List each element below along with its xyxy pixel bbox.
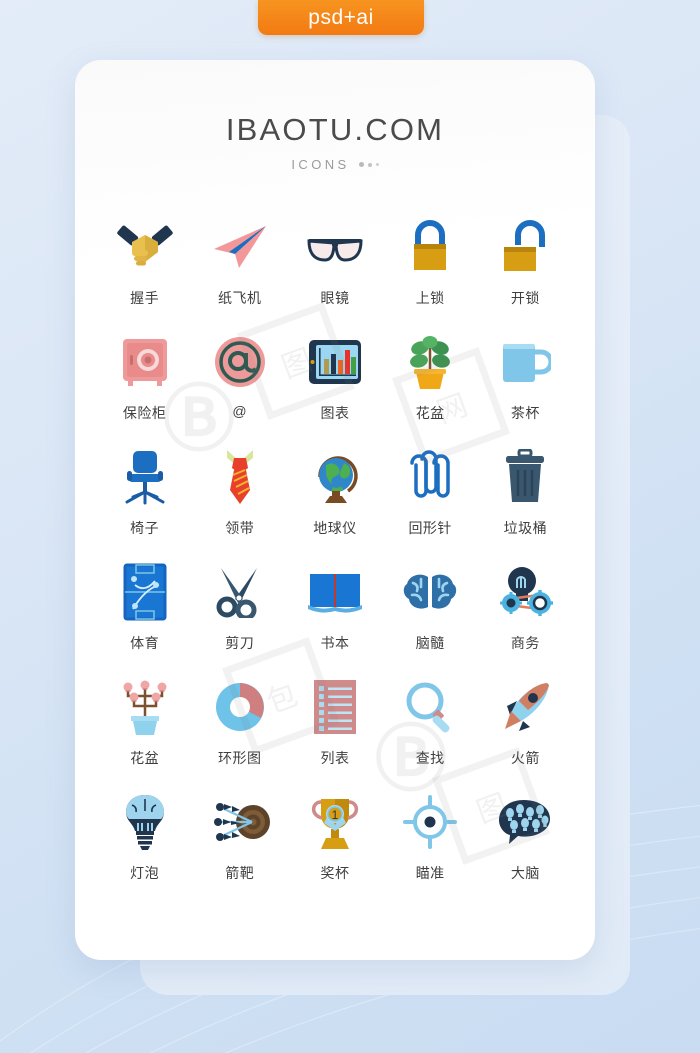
icon-label: 茶杯 (510, 405, 540, 421)
icon-label: 奖杯 (320, 865, 350, 881)
icon-label: 图表 (320, 405, 350, 421)
icon-cell[interactable]: 垃圾桶 (478, 446, 573, 546)
icon-cell[interactable]: 瞄准 (383, 791, 478, 891)
icon-cell[interactable]: 体育 (97, 561, 192, 661)
icon-cell[interactable]: 开锁 (478, 216, 573, 316)
subtitle-dots-icon (358, 162, 379, 167)
icon-label: 剪刀 (225, 635, 255, 651)
icon-label: 查找 (415, 750, 445, 766)
icon-cell[interactable]: 花盆 (97, 676, 192, 776)
icon-cell[interactable]: @ (192, 331, 287, 431)
tablet-chart-icon (303, 331, 367, 393)
icon-cell[interactable]: 领带 (192, 446, 287, 546)
darts-target-icon (208, 791, 272, 853)
icon-label: 脑髓 (415, 635, 445, 651)
handshake-icon (113, 216, 177, 278)
rocket-icon (493, 676, 557, 738)
soccer-field-icon (113, 561, 177, 623)
icon-cell[interactable]: 查找 (383, 676, 478, 776)
icon-cell[interactable]: 纸飞机 (192, 216, 287, 316)
icon-cell[interactable]: 1 奖杯 (287, 791, 382, 891)
brain-bulb-icon (113, 791, 177, 853)
icon-label: 书本 (320, 635, 350, 651)
icon-label: 瞄准 (415, 865, 445, 881)
brain-ideas-icon (493, 791, 557, 853)
icon-cell[interactable]: 商务 (478, 561, 573, 661)
icon-cell[interactable]: 环形图 (192, 676, 287, 776)
icon-label: 眼镜 (320, 290, 350, 306)
padlock-open-icon (493, 216, 557, 278)
open-book-icon (303, 561, 367, 623)
icon-label: 上锁 (415, 290, 445, 306)
icon-cell[interactable]: 图表 (287, 331, 382, 431)
icon-label: 灯泡 (130, 865, 160, 881)
icon-cell[interactable]: 椅子 (97, 446, 192, 546)
glasses-icon (303, 216, 367, 278)
icon-label: 商务 (510, 635, 540, 651)
idea-tree-pot-icon (113, 676, 177, 738)
trash-bin-icon (493, 446, 557, 508)
icon-cell[interactable]: 茶杯 (478, 331, 573, 431)
icon-cell[interactable]: 握手 (97, 216, 192, 316)
icon-label: 列表 (320, 750, 350, 766)
icon-cell[interactable]: 脑髓 (383, 561, 478, 661)
potted-plant-icon (398, 331, 462, 393)
bulb-gears-icon (493, 561, 557, 623)
page-subtitle: ICONS (75, 157, 595, 172)
scissors-icon (208, 561, 272, 623)
icon-label: 握手 (130, 290, 160, 306)
icon-cell[interactable]: 剪刀 (192, 561, 287, 661)
list-document-icon (303, 676, 367, 738)
psd-ai-tab: psd+ai (258, 0, 424, 35)
icon-cell[interactable]: 眼镜 (287, 216, 382, 316)
icon-label: 体育 (130, 635, 160, 651)
office-chair-icon (113, 446, 177, 508)
icon-cell[interactable]: 灯泡 (97, 791, 192, 891)
icon-cell[interactable]: 大脑 (478, 791, 573, 891)
icon-label: 垃圾桶 (503, 520, 548, 536)
icon-label: 大脑 (510, 865, 540, 881)
icon-label: 花盆 (415, 405, 445, 421)
page-subtitle-text: ICONS (291, 157, 350, 172)
icon-set-card: Ⓑ Ⓑ 图 网 包 图 IBAOTU.COM ICONS 握手 纸飞机 眼镜 上… (75, 60, 595, 960)
icon-grid: 握手 纸飞机 眼镜 上锁 开锁 保险柜 @ 图表 花盆 茶杯 椅子 领带 地球仪… (75, 216, 595, 891)
icon-label: 回形针 (408, 520, 452, 536)
necktie-icon (208, 446, 272, 508)
icon-cell[interactable]: 保险柜 (97, 331, 192, 431)
crosshair-icon (398, 791, 462, 853)
icon-label: 环形图 (218, 750, 262, 766)
icon-cell[interactable]: 回形针 (383, 446, 478, 546)
at-sign-icon (208, 331, 272, 393)
padlock-closed-icon (398, 216, 462, 278)
icon-label: 花盆 (130, 750, 160, 766)
globe-stand-icon (303, 446, 367, 508)
icon-cell[interactable]: 箭靶 (192, 791, 287, 891)
icon-cell[interactable]: 上锁 (383, 216, 478, 316)
donut-chart-icon (208, 676, 272, 738)
paper-plane-icon (208, 216, 272, 278)
page-title: IBAOTU.COM (225, 112, 445, 147)
svg-text:1: 1 (332, 808, 339, 822)
icon-label: 地球仪 (313, 520, 357, 536)
icon-label: @ (232, 403, 248, 419)
paperclips-icon (398, 446, 462, 508)
mug-icon (493, 331, 557, 393)
icon-cell[interactable]: 火箭 (478, 676, 573, 776)
icon-cell[interactable]: 书本 (287, 561, 382, 661)
icon-label: 保险柜 (122, 405, 167, 421)
icon-cell[interactable]: 列表 (287, 676, 382, 776)
brain-icon (398, 561, 462, 623)
icon-label: 箭靶 (225, 865, 255, 881)
magnifier-icon (398, 676, 462, 738)
safe-icon (113, 331, 177, 393)
icon-label: 领带 (225, 520, 255, 536)
icon-cell[interactable]: 花盆 (383, 331, 478, 431)
icon-label: 开锁 (510, 290, 540, 306)
icon-label: 纸飞机 (218, 290, 262, 306)
icon-cell[interactable]: 地球仪 (287, 446, 382, 546)
icon-label: 椅子 (130, 520, 160, 536)
psd-ai-tab-label: psd+ai (308, 5, 374, 29)
trophy-icon: 1 (303, 791, 367, 853)
icon-label: 火箭 (510, 750, 540, 766)
